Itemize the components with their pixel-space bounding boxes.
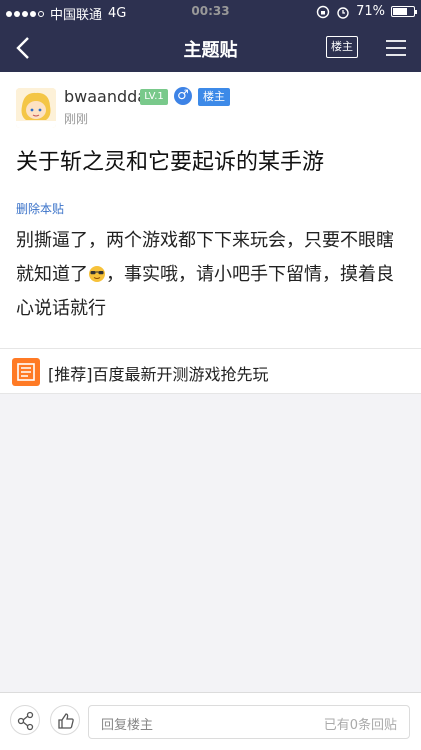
reply-count: 已有0条回贴 — [323, 718, 397, 733]
battery-percent: 71% — [356, 4, 385, 19]
sunglasses-emoji-icon — [89, 266, 105, 282]
recommend-text: [推荐]百度最新开测游戏抢先玩 — [48, 365, 269, 384]
reply-placeholder: 回复楼主 — [101, 718, 154, 733]
list-icon — [12, 358, 40, 386]
share-icon — [17, 711, 34, 731]
reply-input[interactable]: 回复楼主 已有0条回贴 — [88, 705, 410, 739]
only-op-button[interactable]: 楼主 — [326, 36, 358, 58]
menu-icon[interactable] — [384, 36, 408, 60]
like-button[interactable] — [50, 705, 80, 735]
post-card: bwaandda LV.1 ♂ 楼主 刚刚 关于斩之灵和它要起诉的某手游 删除本… — [0, 72, 421, 348]
post-title: 关于斩之灵和它要起诉的某手游 — [16, 150, 325, 175]
post-content: 别撕逼了，两个游戏都下下来玩会，只要不眼瞎就知道了 ，事实哦，请小吧手下留情，摸着… — [16, 224, 408, 326]
post-time: 刚刚 — [64, 112, 89, 126]
battery-icon — [391, 6, 417, 17]
username[interactable]: bwaandda — [64, 87, 147, 106]
recommend-banner[interactable]: [推荐]百度最新开测游戏抢先玩 — [0, 348, 421, 394]
thumbs-up-icon — [58, 713, 74, 729]
male-icon: ♂ — [174, 87, 192, 105]
share-button[interactable] — [10, 705, 40, 735]
op-badge: 楼主 — [198, 88, 230, 106]
status-bar: 中国联通 4G 00:33 71% — [0, 0, 421, 24]
avatar[interactable] — [16, 88, 56, 128]
level-badge: LV.1 — [140, 89, 168, 105]
bottom-bar: 回复楼主 已有0条回贴 — [0, 692, 421, 750]
alarm-icon — [337, 6, 349, 19]
status-right: 71% — [316, 4, 417, 19]
rotation-lock-icon — [316, 5, 330, 18]
delete-post-link[interactable]: 删除本贴 — [16, 200, 64, 217]
nav-bar: 主题贴 楼主 — [0, 24, 421, 72]
avatar-image — [16, 88, 56, 128]
